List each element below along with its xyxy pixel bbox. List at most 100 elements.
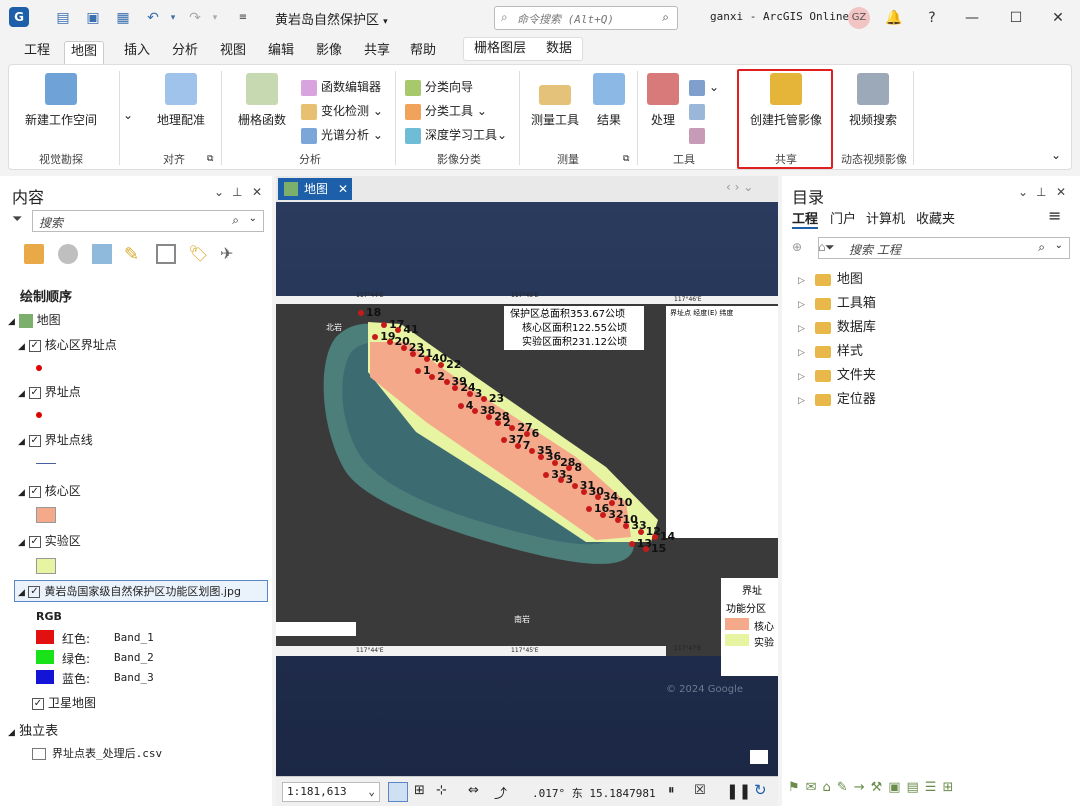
create-hosted-imagery-button[interactable]: 创建托管影像 [745, 73, 827, 128]
process-button[interactable]: 处理 [643, 73, 683, 128]
collapse-icon[interactable]: ◢ [18, 389, 25, 399]
tab-project[interactable]: 工程 [18, 41, 56, 63]
pause-drawing-icon[interactable]: ⏸ [668, 783, 675, 798]
pencil-icon[interactable]: ✎ [124, 244, 144, 265]
arcgis-pro-logo-icon[interactable]: G [9, 7, 29, 27]
tab-share[interactable]: 共享 [358, 41, 396, 63]
catalog-tab-portal[interactable]: 门户 [830, 208, 856, 227]
collapse-icon[interactable]: ◢ [8, 728, 15, 738]
expand-icon[interactable]: ▷ [798, 300, 805, 310]
classification-tools-button[interactable]: 分类工具 ⌄ [405, 101, 487, 121]
expand-icon[interactable]: ▷ [798, 324, 805, 334]
catalog-item-folders[interactable]: ▷ 文件夹 [798, 366, 876, 386]
chevron-down-icon[interactable]: ⌄ [249, 213, 257, 224]
list-by-drawing-order-icon[interactable] [24, 244, 44, 264]
catalog-item-toolboxes[interactable]: ▷ 工具箱 [798, 294, 876, 314]
tab-help[interactable]: 帮助 [404, 41, 442, 63]
tab-map-view[interactable]: 地图 ✕ [278, 178, 352, 200]
layer-core-boundary-points[interactable]: ◢ ✓ 核心区界址点 [18, 336, 117, 354]
georeference-button[interactable]: 地理配准 [149, 73, 213, 128]
list-by-source-icon[interactable] [58, 244, 78, 264]
map-node[interactable]: ◢ 地图 [8, 311, 61, 329]
fixed-zoom-icon[interactable] [388, 782, 408, 802]
refresh-icon[interactable]: ↻ [754, 781, 767, 799]
classification-wizard-button[interactable]: 分类向导 [405, 77, 473, 97]
help-icon[interactable]: ? [922, 8, 942, 28]
collapse-icon[interactable]: ◢ [18, 437, 25, 447]
pin-icon[interactable]: ⊥ [232, 185, 242, 199]
expand-icon[interactable]: ▷ [798, 348, 805, 358]
snapping-icon[interactable] [156, 244, 176, 264]
close-button[interactable]: ✕ [1048, 8, 1068, 28]
scale-selector[interactable]: 1:181,613 ⌄ [282, 782, 380, 802]
tab-edit[interactable]: 编辑 [262, 41, 300, 63]
layer-visibility-checkbox[interactable]: ✓ [28, 386, 41, 399]
navigation-icon[interactable]: ⊹ [436, 783, 447, 798]
layer-visibility-checkbox[interactable]: ✓ [28, 586, 41, 598]
catalog-item-styles[interactable]: ▷ 样式 [798, 342, 863, 362]
function-editor-button[interactable]: 函数编辑器 [301, 77, 381, 97]
tab-scroll-icons[interactable]: ‹ › ⌄ [726, 180, 753, 194]
catalog-tab-project[interactable]: 工程 [792, 208, 819, 229]
tab-imagery[interactable]: 影像 [310, 41, 348, 63]
pane-switcher-icons[interactable]: ⚑✉⌂✎→⚒▣▤☰⊞ [788, 780, 1076, 802]
collapse-icon[interactable]: ◢ [18, 488, 25, 498]
project-title[interactable]: 黄岩岛自然保护区 ▾ [275, 9, 388, 28]
catalog-menu-icon[interactable]: ≡ [1048, 206, 1061, 225]
workspace-dropdown-icon[interactable]: ⌄ [123, 105, 133, 125]
layer-experimental-zone[interactable]: ◢ ✓ 实验区 [18, 532, 81, 550]
standalone-tables-heading[interactable]: ◢ 独立表 [8, 720, 58, 739]
command-search-input[interactable]: ⌕ 命令搜索 (Alt+Q) ⌕ [494, 6, 678, 30]
ribbon-collapse-icon[interactable]: ⌄ [1051, 145, 1061, 165]
label-icon[interactable]: 🏷 [188, 244, 208, 264]
list-by-selection-icon[interactable] [92, 244, 112, 264]
catalog-item-maps[interactable]: ▷ 地图 [798, 270, 863, 290]
tab-analysis[interactable]: 分析 [166, 41, 204, 63]
tab-data[interactable]: 数据 [540, 39, 578, 61]
map-notes-icon[interactable] [750, 750, 768, 764]
avatar[interactable]: GZ [848, 7, 870, 29]
tab-view[interactable]: 视图 [214, 41, 252, 63]
results-button[interactable]: 结果 [589, 73, 629, 128]
spectral-analysis-button[interactable]: 光谱分析 ⌄ [301, 125, 383, 145]
close-tab-icon[interactable]: ✕ [338, 178, 348, 200]
layer-visibility-checkbox[interactable]: ✓ [32, 697, 44, 710]
contents-search-input[interactable]: 搜索 ⌕ ⌄ [32, 210, 264, 232]
pin-icon[interactable]: ⊥ [1036, 185, 1046, 199]
catalog-search-input[interactable]: ⏷ 搜索 工程 ⌕ ⌄ [818, 237, 1070, 259]
new-workspace-button[interactable]: 新建工作空间 [21, 73, 101, 128]
layer-visibility-checkbox[interactable]: ✓ [28, 485, 41, 498]
quick-access-customize-icon[interactable]: ≡ [234, 9, 252, 27]
catalog-item-databases[interactable]: ▷ 数据库 [798, 318, 876, 338]
filter-icon[interactable]: ⏷ [825, 240, 835, 255]
new-project-icon[interactable]: ▤ [54, 9, 72, 27]
tab-map[interactable]: 地图 [64, 41, 105, 65]
snap-icon[interactable]: ⤴ [494, 783, 507, 802]
collapse-icon[interactable]: ◢ [18, 538, 25, 548]
change-detection-button[interactable]: 变化检测 ⌄ [301, 101, 383, 121]
collapse-icon[interactable]: ◢ [8, 317, 15, 327]
collapse-icon[interactable]: ◢ [18, 588, 25, 598]
charts-icon[interactable]: ✈ [220, 244, 240, 264]
open-project-icon[interactable]: ▣ [84, 9, 102, 27]
catalog-item-locators[interactable]: ▷ 定位器 [798, 390, 876, 410]
redo-dropdown-icon[interactable]: ▾ [206, 9, 224, 27]
pane-options-icon[interactable]: ⌄ [1018, 185, 1028, 199]
undo-icon[interactable]: ↶ [144, 9, 162, 27]
dialog-launcher-icon[interactable]: ⧉ [623, 149, 629, 169]
tab-raster-layer[interactable]: 栅格图层 [468, 39, 532, 61]
deep-learning-tools-button[interactable]: 深度学习工具⌄ [405, 125, 507, 145]
rotation-icon[interactable]: ⇔ [468, 783, 479, 798]
map-canvas[interactable]: 保护区总面积353.67公顷 核心区面积122.55公顷 实验区面积231.12… [276, 202, 778, 776]
expand-icon[interactable]: ▷ [798, 372, 805, 382]
layer-visibility-checkbox[interactable]: ✓ [28, 434, 41, 447]
raster-functions-button[interactable]: 栅格函数 [231, 73, 293, 128]
notifications-bell-icon[interactable]: 🔔 [884, 8, 904, 28]
layer-boundary-points[interactable]: ◢ ✓ 界址点 [18, 383, 81, 401]
close-pane-icon[interactable]: ✕ [1056, 185, 1066, 199]
pause-button[interactable]: ❚❚ [726, 782, 751, 800]
minimize-button[interactable]: — [962, 8, 982, 28]
save-project-icon[interactable]: ▦ [114, 9, 132, 27]
close-pane-icon[interactable]: ✕ [252, 185, 262, 199]
standalone-table-item[interactable]: 界址点表_处理后.csv [32, 745, 162, 761]
